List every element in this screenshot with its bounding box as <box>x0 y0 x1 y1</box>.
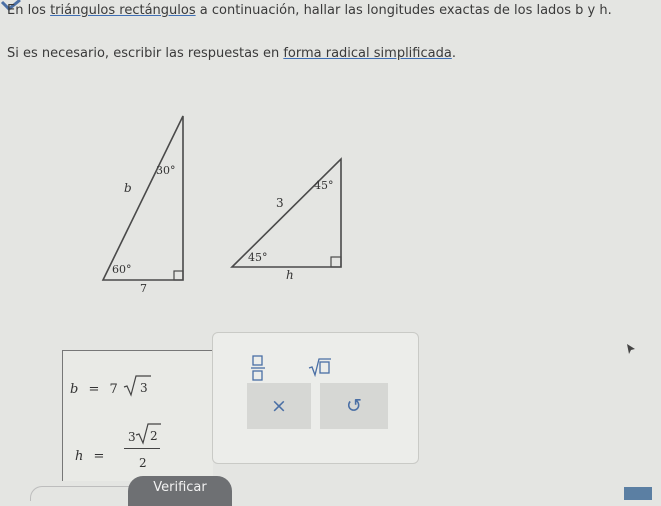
variable-h: h <box>75 449 84 464</box>
corner-widget[interactable] <box>624 487 652 500</box>
right-triangles-link[interactable]: triángulos rectángulos <box>50 3 196 18</box>
verify-button[interactable]: Verificar <box>128 476 232 506</box>
instruction-text: . <box>451 46 456 61</box>
sqrt-symbol <box>123 375 151 397</box>
angle-label-bottom: 60° <box>112 263 132 276</box>
instruction-line-2: Si es necesario, escribir las respuestas… <box>7 46 456 61</box>
triangle-30-60-90: 30° 60° b 7 <box>101 115 184 295</box>
undo-icon: ↺ <box>346 395 362 417</box>
right-angle-mark <box>330 256 342 268</box>
instruction-text: Si es necesario, escribir las respuestas… <box>7 46 284 61</box>
variable-b: b <box>70 382 79 397</box>
angle-label-top: 45° <box>314 179 334 192</box>
triangle-shape <box>101 115 184 281</box>
instruction-line-1: En los triángulos rectángulos a continua… <box>7 3 612 18</box>
fraction-template-icon[interactable] <box>250 355 266 381</box>
triangle-45-45-90: 45° 45° 3 h <box>230 157 342 282</box>
denominator: 2 <box>139 456 147 470</box>
equals-sign: = <box>88 382 100 397</box>
answer-b[interactable]: b = 7 <box>70 382 118 397</box>
radicand-h: 2 <box>150 429 158 443</box>
radical-form-link[interactable]: forma radical simplificada <box>283 46 452 61</box>
verify-label: Verificar <box>153 480 207 495</box>
radicand-b: 3 <box>140 381 148 395</box>
side-label-b: b <box>124 181 132 195</box>
instruction-text: En los <box>7 3 51 18</box>
close-icon: × <box>271 395 287 417</box>
sqrt-template-icon[interactable] <box>308 357 332 377</box>
coefficient: 7 <box>109 382 118 397</box>
undo-button[interactable]: ↺ <box>320 383 388 429</box>
cursor-icon <box>627 344 635 354</box>
bottom-tab-outline <box>30 486 129 501</box>
instruction-text: a continuación, hallar las longitudes ex… <box>195 3 612 18</box>
base-label-h: h <box>286 268 294 282</box>
base-label-7: 7 <box>140 282 147 295</box>
right-angle-mark <box>173 270 184 281</box>
clear-button[interactable]: × <box>247 383 311 429</box>
fraction-bar <box>124 448 160 449</box>
angle-label-top: 30° <box>156 164 176 177</box>
side-label-3: 3 <box>276 196 284 210</box>
angle-label-bottom: 45° <box>248 251 268 264</box>
answer-h[interactable]: h = <box>75 449 110 464</box>
equals-sign: = <box>93 449 105 464</box>
